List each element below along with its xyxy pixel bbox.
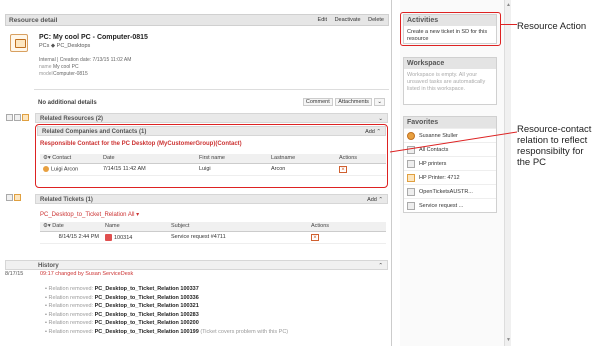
companies-highlight-box	[35, 124, 388, 188]
folder-icon	[22, 114, 29, 121]
no-additional-details: No additional details	[38, 100, 97, 106]
details-actions: Comment Attachments ⌄	[302, 98, 385, 106]
list-icon	[407, 159, 415, 168]
list-item: Relation removed: PC_Desktop_to_Ticket_R…	[45, 328, 288, 337]
resource-action-annotation: Resource Action	[517, 21, 587, 32]
resource-detail-title: Resource detail	[9, 17, 58, 24]
deactivate-button[interactable]: Deactivate	[335, 17, 361, 23]
list-item: Relation removed: PC_Desktop_to_Ticket_R…	[45, 311, 288, 320]
doc-icon	[14, 114, 21, 121]
page-title: PC: My cool PC - Computer-0815	[39, 34, 148, 41]
col-name[interactable]: Name	[102, 222, 168, 232]
folder-icon	[14, 194, 21, 201]
workspace-empty-text: Workspace is empty. All your unsaved tas…	[407, 72, 486, 92]
list-item: Relation removed: PC_Desktop_to_Ticket_R…	[45, 302, 288, 311]
workspace-card: Workspace Workspace is empty. All your u…	[403, 57, 497, 105]
pc-icon	[10, 34, 28, 52]
edit-button[interactable]: Edit	[318, 17, 327, 23]
attachments-button[interactable]: Attachments	[335, 98, 372, 106]
related-resources-bar[interactable]: Related Resources (2) ⌄	[35, 113, 388, 123]
ticket-icon	[105, 233, 112, 241]
favorite-item[interactable]: OpenTicketsAUSTR...	[404, 184, 496, 198]
ticket-name[interactable]: 100314	[114, 234, 132, 240]
delete-button[interactable]: Delete	[368, 17, 384, 23]
related-tickets-bar: Related Tickets (1) Add ⌃	[35, 194, 388, 204]
chevron-down-icon[interactable]: ⌄	[374, 98, 385, 106]
doc-icon	[6, 114, 13, 121]
list-item: Relation removed: PC_Desktop_to_Ticket_R…	[45, 294, 288, 303]
resource-detail-actions: Edit Deactivate Delete	[312, 17, 384, 23]
table-row[interactable]: 8/14/15 2:44 PM 100314 Service request #…	[40, 231, 386, 244]
model-value: Computer-0815	[53, 71, 88, 77]
annotation-line	[501, 24, 517, 25]
list-item: Relation removed: PC_Desktop_to_Ticket_R…	[45, 285, 288, 294]
pc-meta: Internal | Creation date: 7/13/15 11:02 …	[39, 57, 131, 78]
contact-relation-annotation: Resource-contact relation to reflect res…	[517, 124, 592, 168]
add-ticket-button[interactable]: Add	[367, 197, 377, 203]
annotation-line	[389, 131, 518, 153]
ticket-date: 8/14/15 2:44 PM	[40, 231, 102, 244]
related-tickets-title: Related Tickets (1)	[40, 196, 93, 203]
history-change: 09:17 changed by Susan ServiceDesk	[40, 271, 134, 277]
name-value: My cool PC	[53, 64, 79, 70]
divider	[34, 89, 389, 90]
main-panel: Resource detail Edit Deactivate Delete P…	[0, 0, 392, 346]
scroll-up-icon[interactable]: ▲	[506, 2, 511, 8]
remove-icon[interactable]: ×	[311, 233, 319, 241]
section-icons	[6, 114, 32, 124]
pc-category-tags[interactable]: PCs ◆ PC_Desktops	[39, 43, 90, 49]
favorite-item[interactable]: HP Printer: 4712	[404, 170, 496, 184]
history-title: History	[38, 262, 59, 269]
sidebar-scrollbar[interactable]: ▲ ▼	[504, 0, 511, 346]
resource-detail-header: Resource detail Edit Deactivate Delete	[5, 14, 389, 26]
list-icon	[407, 187, 415, 196]
workspace-title: Workspace	[404, 58, 496, 69]
comment-button[interactable]: Comment	[302, 98, 333, 106]
history-bar: History ⌃	[5, 260, 388, 270]
scroll-down-icon[interactable]: ▼	[506, 337, 511, 343]
list-item: Relation removed: PC_Desktop_to_Ticket_R…	[45, 319, 288, 328]
favorite-item[interactable]: Service request ...	[404, 198, 496, 212]
col-subject[interactable]: Subject	[168, 222, 308, 232]
tickets-table: ⚙▾ Date Name Subject Actions 8/14/15 2:4…	[40, 222, 386, 244]
col-date[interactable]: ⚙▾ Date	[40, 222, 102, 232]
creation-info: Internal | Creation date: 7/13/15 11:02 …	[39, 57, 132, 63]
history-date: 8/17/15	[5, 271, 24, 277]
history-list: Relation removed: PC_Desktop_to_Ticket_R…	[45, 285, 288, 337]
ticket-subject: Service request #4711	[168, 231, 308, 244]
chevron-up-icon[interactable]: ⌃	[378, 197, 383, 203]
model-label: model	[39, 71, 53, 77]
list-icon	[407, 201, 415, 210]
name-label: name	[39, 64, 52, 70]
printer-icon	[407, 173, 415, 182]
relation-filter-dropdown[interactable]: PC_Desktop_to_Ticket_Relation All ▾	[40, 211, 139, 218]
activities-highlight-box	[400, 12, 501, 46]
chevron-up-icon[interactable]: ⌃	[378, 263, 383, 269]
col-actions: Actions	[308, 222, 386, 232]
doc-icon	[6, 194, 13, 201]
related-resources-title: Related Resources (2)	[40, 115, 104, 122]
section-icons	[6, 194, 32, 204]
